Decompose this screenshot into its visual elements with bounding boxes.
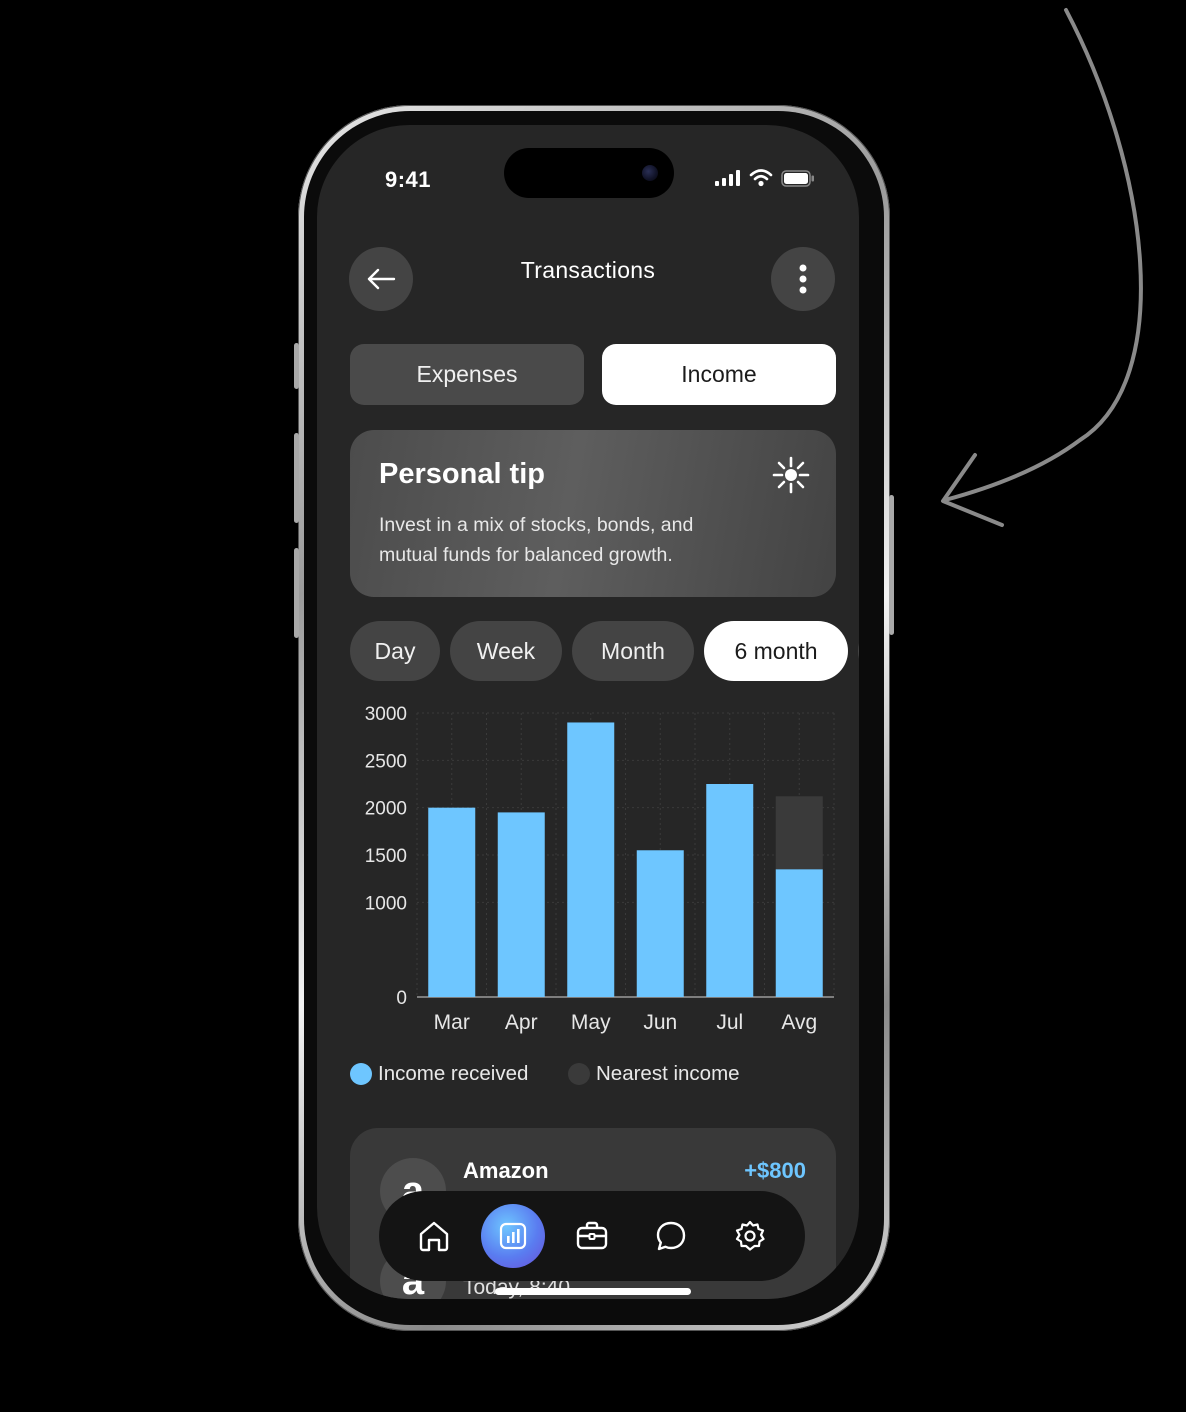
transaction-amount: +$800 [744,1158,806,1183]
x-tick-label: May [571,1011,611,1034]
briefcase-icon [576,1221,608,1250]
y-tick-label: 1000 [365,893,407,914]
bar-avg-income-received [775,869,823,997]
period-day[interactable]: Day [350,621,440,681]
x-tick-label: Apr [505,1011,538,1034]
settings-icon [735,1220,765,1251]
x-tick-label: Jun [643,1011,677,1034]
nav-settings[interactable] [718,1204,782,1268]
bar-apr-income-received [497,812,545,997]
tab-expenses[interactable]: Expenses [350,344,584,405]
nav-analytics[interactable] [481,1204,546,1268]
tab-income[interactable]: Income [602,344,836,405]
transaction-name: Amazon [463,1158,549,1183]
y-tick-label: 2000 [365,799,407,820]
signal-icon [715,170,740,186]
legend-nearest-income: Nearest income [568,1062,740,1086]
chat-icon [656,1221,685,1251]
legend-label: Nearest income [596,1062,740,1085]
bottom-nav [379,1191,805,1281]
power-button [889,495,894,635]
period-6-month[interactable]: 6 month [704,621,848,681]
nav-chat[interactable] [639,1204,703,1268]
status-icons [715,169,815,187]
phone-frame: 9:41 Transactions Expenses Income Person… [294,105,894,1331]
mute-switch [294,343,299,389]
volume-up-button [294,433,299,523]
bar-mar-income-received [428,807,476,997]
tip-title: Personal tip [379,458,545,490]
bar-may-income-received [567,722,615,997]
legend-dot-gray [568,1063,590,1085]
bar-avg-nearest-income [775,796,823,870]
wifi-icon [749,169,773,187]
camera-icon [642,165,658,181]
legend-label: Income received [378,1062,529,1085]
tip-text-line-1: Invest in a mix of stocks, bonds, and [379,514,694,536]
income-bar-chart: 0 1000 1500 2000 2500 3000 Mar Apr May Jun Jul Avg [365,704,835,1034]
x-tick-label: Avg [781,1011,817,1034]
period-month[interactable]: Month [572,621,694,681]
y-tick-label: 1500 [365,846,407,867]
sparkle-icon [772,456,810,494]
home-icon [420,1221,449,1252]
nav-home[interactable] [402,1204,466,1268]
personal-tip-card: Personal tip Invest in a mix of stocks, … [350,430,836,597]
bar-jun-income-received [636,850,684,997]
status-time: 9:41 [385,167,432,192]
y-tick-label: 2500 [365,751,407,772]
tip-text: Invest in a mix of stocks, bonds, and mu… [379,510,779,570]
x-tick-label: Jul [716,1011,743,1034]
x-tick-label: Mar [434,1011,470,1034]
screen: 9:41 Transactions Expenses Income Person… [317,125,859,1299]
period-week[interactable]: Week [450,621,562,681]
y-tick-label: 0 [396,988,407,1009]
y-tick-label: 3000 [365,704,407,725]
tip-text-line-2: mutual funds for balanced growth. [379,544,673,566]
nav-wallet[interactable] [560,1204,624,1268]
more-options-button[interactable] [771,247,835,311]
dynamic-island [504,148,674,198]
volume-down-button [294,548,299,638]
battery-icon [781,169,814,187]
chart-icon [500,1222,527,1250]
period-next-partial[interactable] [858,621,859,681]
home-indicator [495,1288,691,1295]
more-vertical-icon [799,264,807,294]
legend-income-received: Income received [350,1062,528,1086]
legend-dot-blue [350,1063,372,1085]
bar-jul-income-received [706,784,754,997]
